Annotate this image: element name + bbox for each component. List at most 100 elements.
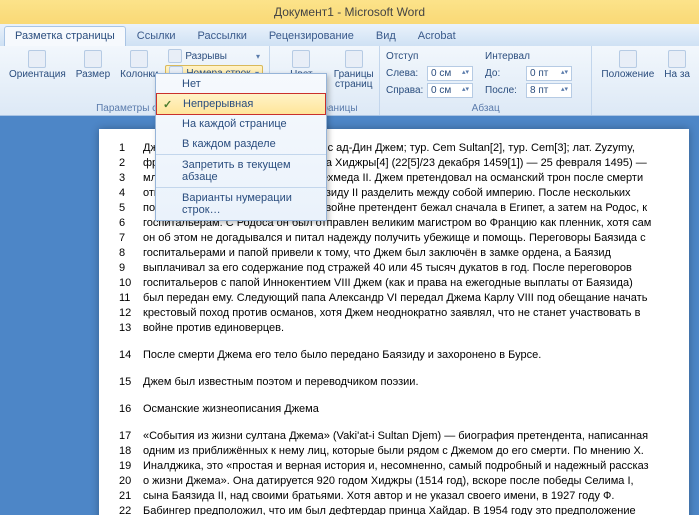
doc-line[interactable]: 22Бабингер предположил, что им был дефте… xyxy=(119,504,669,515)
dd-each-page[interactable]: На каждой странице xyxy=(156,114,326,134)
line-number: 8 xyxy=(119,246,143,261)
ribbon: Ориентация Размер Колонки Разрывы▾ Номер… xyxy=(0,46,699,116)
group-label-paragraph: Абзац xyxy=(386,102,585,114)
line-text: о жизни Джема». Она датируется 920 годом… xyxy=(143,474,669,489)
line-numbers-dropdown: Нет ✓Непрерывная На каждой странице В ка… xyxy=(155,73,327,221)
line-number: 2 xyxy=(119,156,143,171)
line-number: 10 xyxy=(119,276,143,291)
line-number: 7 xyxy=(119,231,143,246)
line-text: Иналджика, это «простая и верная история… xyxy=(143,459,669,474)
indent-right-input[interactable]: 0 см▴▾ xyxy=(427,83,473,98)
line-number: 16 xyxy=(119,402,143,417)
position-icon xyxy=(619,50,637,68)
line-text: одним из приближённых к нему лиц, которы… xyxy=(143,444,669,459)
orientation-icon xyxy=(28,50,46,68)
line-number: 1 xyxy=(119,141,143,156)
line-number: 14 xyxy=(119,348,143,363)
line-text: Джем был известным поэтом и переводчиком… xyxy=(143,375,669,390)
doc-line[interactable]: 9выплачивал за его содержание под страже… xyxy=(119,261,669,276)
size-icon xyxy=(84,50,102,68)
doc-line[interactable]: 8госпитальерами и папой привели к тому, … xyxy=(119,246,669,261)
breaks-button[interactable]: Разрывы▾ xyxy=(165,48,263,64)
doc-line[interactable]: 16Османские жизнеописания Джема xyxy=(119,402,669,417)
doc-line[interactable]: 14После смерти Джема его тело было перед… xyxy=(119,348,669,363)
line-text: Османские жизнеописания Джема xyxy=(143,402,669,417)
title-bar: Документ1 - Microsoft Word xyxy=(0,0,699,24)
wrap-icon xyxy=(668,50,686,68)
doc-line[interactable]: 11был передан ему. Следующий папа Алекса… xyxy=(119,291,669,306)
doc-line[interactable]: 17«События из жизни султана Джема» (Vaki… xyxy=(119,429,669,444)
line-text: госпитальерами и папой привели к тому, ч… xyxy=(143,246,669,261)
tab-references[interactable]: Ссылки xyxy=(126,26,187,46)
spacing-before-input[interactable]: 0 пт▴▾ xyxy=(526,66,572,81)
columns-icon xyxy=(130,50,148,68)
line-text: войне против единоверцев. xyxy=(143,321,669,336)
dd-continuous[interactable]: ✓Непрерывная xyxy=(156,93,326,115)
doc-line[interactable]: 10госпитальеров с папой Иннокентием VIII… xyxy=(119,276,669,291)
doc-line[interactable]: 7он об этом не догадывался и питал надеж… xyxy=(119,231,669,246)
wrap-button[interactable]: На за xyxy=(661,48,693,82)
line-number: 6 xyxy=(119,216,143,231)
dd-suppress[interactable]: Запретить в текущем абзаце xyxy=(156,154,326,187)
tab-acrobat[interactable]: Acrobat xyxy=(407,26,467,46)
line-text: крестовый поход против османов, хотя Дже… xyxy=(143,306,669,321)
window-title: Документ1 - Microsoft Word xyxy=(274,5,425,19)
doc-line[interactable]: 21сына Баязида II, над своими братьями. … xyxy=(119,489,669,504)
line-number: 4 xyxy=(119,186,143,201)
line-text: После смерти Джема его тело было передан… xyxy=(143,348,669,363)
doc-line[interactable]: 13войне против единоверцев. xyxy=(119,321,669,336)
line-number: 5 xyxy=(119,201,143,216)
line-number: 9 xyxy=(119,261,143,276)
line-number: 3 xyxy=(119,171,143,186)
spacing-after-input[interactable]: 8 пт▴▾ xyxy=(526,83,572,98)
tab-review[interactable]: Рецензирование xyxy=(258,26,365,46)
spacing-after-label: После: xyxy=(485,85,523,96)
line-text: «События из жизни султана Джема» (Vaki'a… xyxy=(143,429,669,444)
line-number: 11 xyxy=(119,291,143,306)
line-number: 12 xyxy=(119,306,143,321)
group-paragraph: Отступ Слева:0 см▴▾ Справа:0 см▴▾ Интерв… xyxy=(380,46,592,115)
doc-line[interactable]: 18одним из приближённых к нему лиц, кото… xyxy=(119,444,669,459)
spacing-title: Интервал xyxy=(485,48,572,64)
line-number: 17 xyxy=(119,429,143,444)
spacing-before-label: До: xyxy=(485,68,523,79)
tab-view[interactable]: Вид xyxy=(365,26,407,46)
group-arrange: Положение На за xyxy=(592,46,699,115)
dd-options[interactable]: Варианты нумерации строк… xyxy=(156,187,326,220)
dd-none[interactable]: Нет xyxy=(156,74,326,94)
page-borders-icon xyxy=(345,50,363,68)
line-number: 18 xyxy=(119,444,143,459)
indent-left-input[interactable]: 0 см▴▾ xyxy=(427,66,473,81)
indent-title: Отступ xyxy=(386,48,473,64)
orientation-button[interactable]: Ориентация xyxy=(6,48,69,82)
indent-right-label: Справа: xyxy=(386,85,424,96)
page-color-icon xyxy=(292,50,310,68)
line-number: 13 xyxy=(119,321,143,336)
dd-each-section[interactable]: В каждом разделе xyxy=(156,134,326,154)
line-text: сына Баязида II, над своими братьями. Хо… xyxy=(143,489,669,504)
line-text: госпитальеров с папой Иннокентием VIII Д… xyxy=(143,276,669,291)
ribbon-tabs: Разметка страницы Ссылки Рассылки Реценз… xyxy=(0,24,699,46)
indent-left-label: Слева: xyxy=(386,68,424,79)
line-number: 15 xyxy=(119,375,143,390)
line-number: 19 xyxy=(119,459,143,474)
line-text: выплачивал за его содержание под стражей… xyxy=(143,261,669,276)
size-button[interactable]: Размер xyxy=(73,48,113,82)
chevron-down-icon: ▾ xyxy=(256,52,260,61)
line-text: был передан ему. Следующий папа Александ… xyxy=(143,291,669,306)
page-borders-button[interactable]: Границы страниц xyxy=(331,48,377,92)
tab-page-layout[interactable]: Разметка страницы xyxy=(4,26,126,46)
doc-line[interactable]: 12крестовый поход против османов, хотя Д… xyxy=(119,306,669,321)
workspace[interactable]: 1Джем-султан, или Джем, Зизим (Гияс ад-Д… xyxy=(0,116,699,515)
tab-mailings[interactable]: Рассылки xyxy=(187,26,258,46)
line-number: 20 xyxy=(119,474,143,489)
doc-line[interactable]: 19Иналджика, это «простая и верная истор… xyxy=(119,459,669,474)
breaks-icon xyxy=(168,49,182,63)
check-icon: ✓ xyxy=(163,98,172,111)
doc-line[interactable]: 20о жизни Джема». Она датируется 920 год… xyxy=(119,474,669,489)
line-number: 21 xyxy=(119,489,143,504)
line-text: Бабингер предположил, что им был дефтерд… xyxy=(143,504,669,515)
position-button[interactable]: Положение xyxy=(598,48,657,82)
line-text: он об этом не догадывался и питал надежд… xyxy=(143,231,669,246)
doc-line[interactable]: 15Джем был известным поэтом и переводчик… xyxy=(119,375,669,390)
